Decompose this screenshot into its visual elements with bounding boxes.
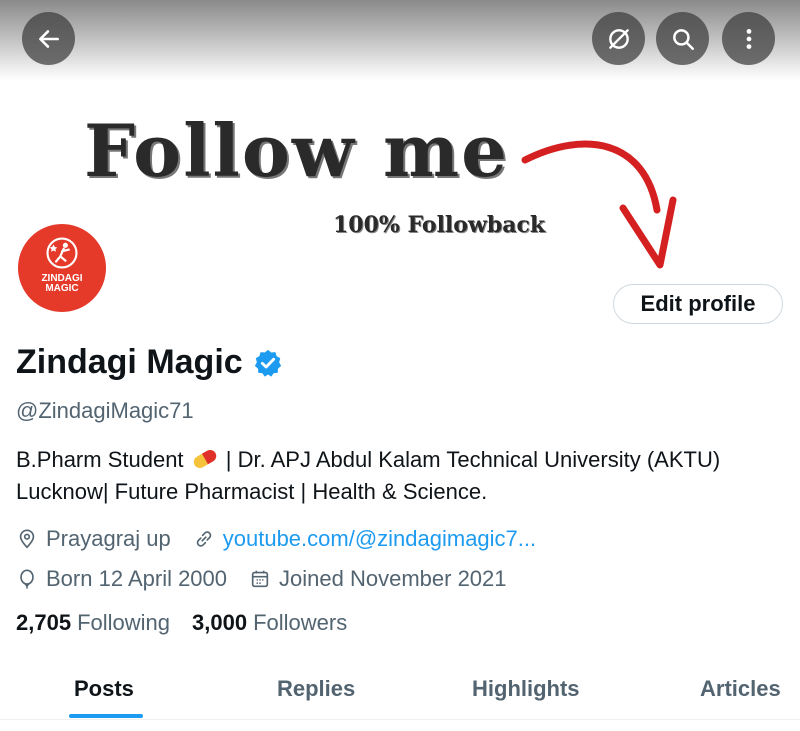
location-text: Prayagraj up <box>46 526 171 551</box>
bio: B.Pharm Student | Dr. APJ Abdul Kalam Te… <box>16 444 796 508</box>
tab-posts[interactable]: Posts <box>74 676 134 702</box>
bio-text-1: B.Pharm Student <box>16 447 184 472</box>
website-link[interactable]: youtube.com/@zindagimagic7... <box>223 526 536 552</box>
search-button[interactable] <box>656 12 709 65</box>
location-pin-icon <box>19 529 35 549</box>
verified-badge-icon[interactable] <box>253 348 283 378</box>
more-button[interactable] <box>722 12 775 65</box>
profile-tabs: Posts Replies Highlights Articles <box>0 660 800 720</box>
display-name: Zindagi Magic <box>16 343 243 381</box>
slashed-circle-icon <box>608 28 629 49</box>
followers-count: 3,000 <box>192 610 248 635</box>
following-link[interactable]: 2,705 Following <box>16 610 170 636</box>
joined-text: Joined November 2021 <box>279 566 507 591</box>
back-arrow-icon <box>38 29 59 48</box>
meta-row-location: Prayagraj up youtube.com/@zindagimagic7.… <box>16 526 536 552</box>
back-button[interactable] <box>22 12 75 65</box>
tab-replies[interactable]: Replies <box>277 676 355 702</box>
link-icon <box>196 531 211 547</box>
active-tab-indicator <box>69 714 143 718</box>
more-vertical-icon <box>746 28 751 49</box>
bio-text-3: Lucknow| Future Pharmacist | Health & Sc… <box>16 479 488 504</box>
banner-title: Follow me <box>84 108 509 193</box>
avatar-label: ZINDAGI MAGIC <box>41 273 83 294</box>
name-row: Zindagi Magic <box>16 343 283 382</box>
search-icon <box>672 28 694 50</box>
calendar-icon <box>251 570 269 588</box>
tab-articles[interactable]: Articles <box>700 676 781 702</box>
following-count: 2,705 <box>16 610 72 635</box>
meta-row-dates: Born 12 April 2000 Joined November 2021 <box>16 566 507 592</box>
tab-highlights[interactable]: Highlights <box>472 676 580 702</box>
pill-emoji-icon <box>193 450 216 468</box>
banner-subtitle: 100% Followback <box>333 212 546 238</box>
edit-profile-button[interactable]: Edit profile <box>613 284 783 324</box>
logo-figure-icon <box>46 237 78 269</box>
balloon-icon <box>20 569 34 589</box>
user-handle: @ZindagiMagic71 <box>16 398 194 423</box>
avatar[interactable]: ZINDAGI MAGIC <box>16 222 108 314</box>
birthday-text: Born 12 April 2000 <box>46 566 228 591</box>
grok-button[interactable] <box>592 12 645 65</box>
red-arrow-graphic <box>521 140 677 269</box>
following-label: Following <box>77 610 170 635</box>
followers-label: Followers <box>253 610 348 635</box>
followers-link[interactable]: 3,000 Followers <box>192 610 347 636</box>
follow-stats: 2,705 Following 3,000 Followers <box>16 610 347 636</box>
bio-text-2: | Dr. APJ Abdul Kalam Technical Universi… <box>225 447 721 472</box>
